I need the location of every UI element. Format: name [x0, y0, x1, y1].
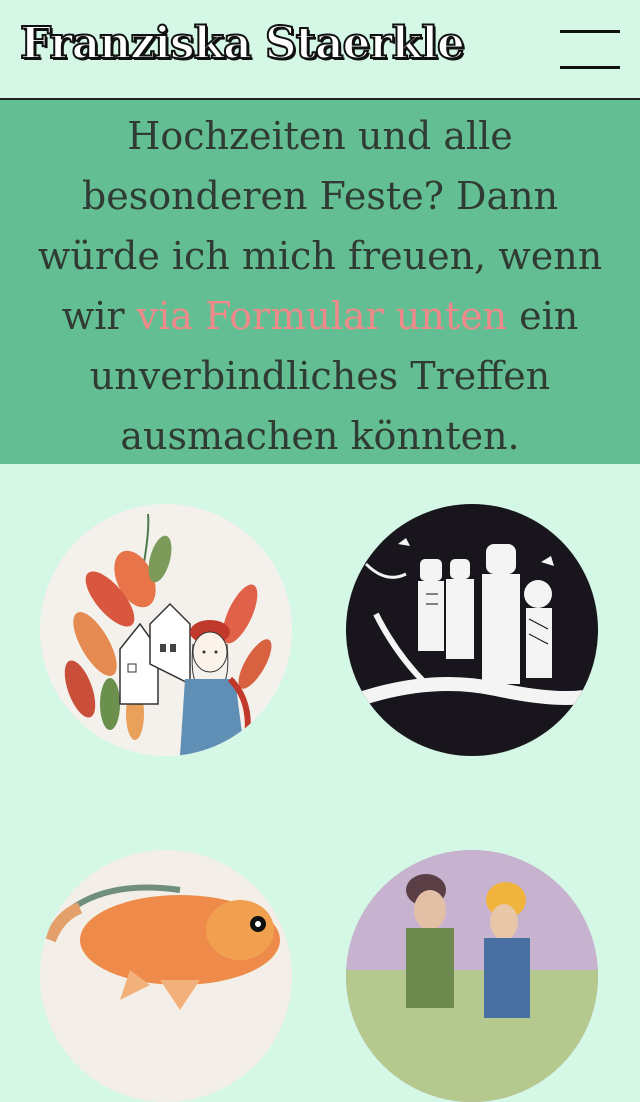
gallery-image-two-figures[interactable] [346, 850, 598, 1102]
site-title[interactable]: Franziska Staerkle [19, 17, 466, 70]
gallery-image-goldfish[interactable] [40, 850, 292, 1102]
hamburger-menu-icon[interactable] [556, 28, 620, 72]
gallery-image-people-on-branch[interactable] [346, 504, 598, 756]
menu-bar-top [560, 30, 620, 33]
intro-section: Hochzeiten und alle besonderen Feste? Da… [0, 100, 640, 464]
site-header: Franziska Staerkle [0, 0, 640, 100]
contact-form-link[interactable]: via Formular unten [137, 294, 507, 338]
gallery-image-girl-with-plants[interactable] [40, 504, 292, 756]
menu-bar-bottom [560, 66, 620, 69]
intro-paragraph: Hochzeiten und alle besonderen Feste? Da… [20, 106, 620, 466]
